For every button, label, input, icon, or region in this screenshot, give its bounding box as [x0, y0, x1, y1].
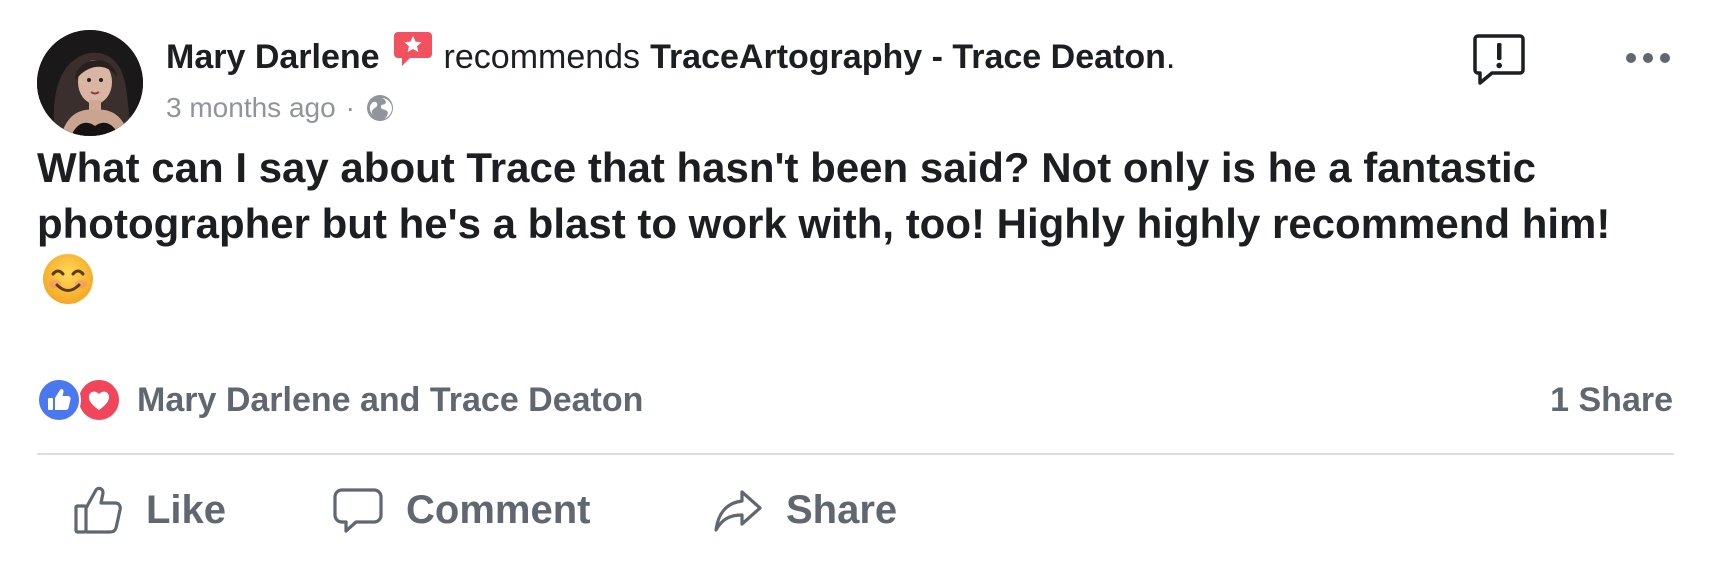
like-label: Like	[146, 487, 227, 532]
reaction-icons	[37, 378, 125, 422]
comment-icon	[332, 484, 384, 536]
globe-icon	[365, 93, 395, 123]
thumbs-up-icon	[72, 484, 124, 536]
post-header: Mary Darlene recommends TraceArtography …	[166, 32, 1176, 80]
post-text: What can I say about Trace that hasn't b…	[37, 144, 1611, 247]
timestamp[interactable]: 3 months ago	[166, 92, 336, 124]
more-options-icon[interactable]	[1622, 40, 1674, 76]
like-reaction-icon	[37, 378, 81, 422]
share-count[interactable]: 1 Share	[1550, 376, 1673, 424]
page-name-link[interactable]: TraceArtography - Trace Deaton	[650, 34, 1166, 80]
avatar-image	[37, 30, 143, 136]
report-icon[interactable]	[1472, 32, 1526, 86]
header-period: .	[1165, 38, 1176, 76]
post-meta: 3 months ago ·	[166, 88, 395, 128]
like-button[interactable]: Like	[72, 480, 226, 540]
smiling-face-emoji	[41, 252, 95, 306]
share-label: Share	[786, 487, 898, 532]
share-arrow-icon	[712, 484, 764, 536]
divider	[37, 453, 1674, 455]
recommendation-badge-icon	[392, 28, 434, 70]
meta-separator: ·	[345, 92, 355, 123]
comment-label: Comment	[406, 487, 591, 532]
recommends-verb: recommends	[443, 38, 641, 76]
comment-button[interactable]: Comment	[332, 480, 590, 540]
post-body: What can I say about Trace that hasn't b…	[37, 140, 1677, 308]
author-name[interactable]: Mary Darlene	[166, 34, 380, 80]
share-button[interactable]: Share	[712, 480, 897, 540]
love-reaction-icon	[77, 378, 121, 422]
reactions-summary[interactable]: Mary Darlene and Trace Deaton	[37, 376, 643, 424]
recommendation-post: Mary Darlene recommends TraceArtography …	[0, 0, 1717, 561]
avatar[interactable]	[37, 30, 143, 136]
reactors-names[interactable]: Mary Darlene and Trace Deaton	[137, 381, 643, 420]
